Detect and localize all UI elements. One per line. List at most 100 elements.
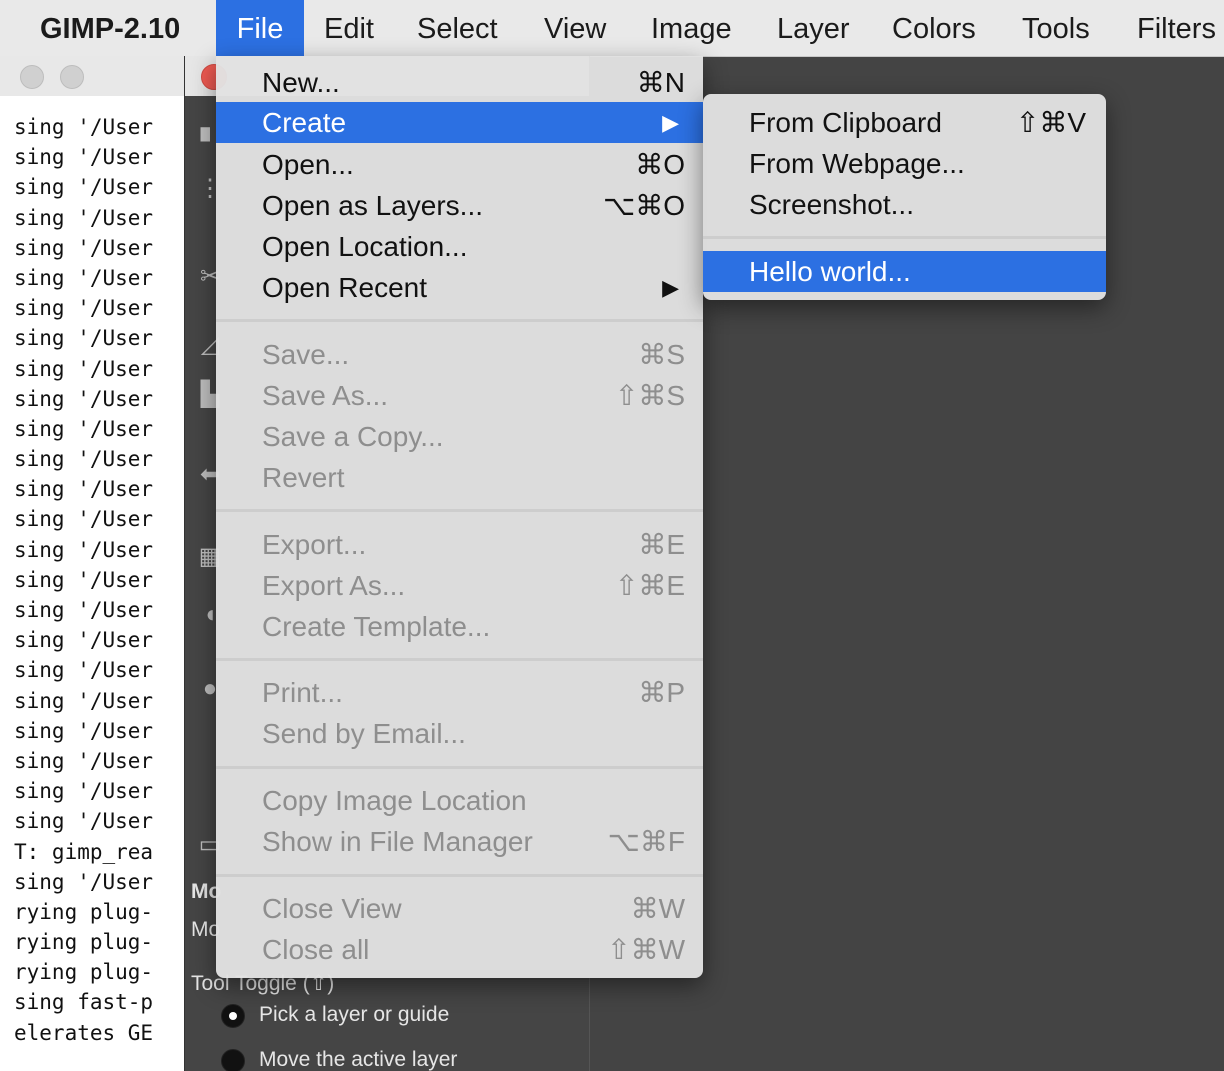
terminal-line: sing '/User xyxy=(14,145,154,170)
terminal-line: rying plug- xyxy=(14,899,154,924)
menu-file[interactable]: File xyxy=(216,0,304,56)
menu-item-close-all[interactable]: Close all ⇧⌘W xyxy=(216,929,703,970)
menu-bar: GIMP-2.10 File Edit Select View Image La… xyxy=(0,0,1224,57)
file-menu: New... ⌘N Create ▶ Open... ⌘O Open as La… xyxy=(216,56,703,978)
menu-edit[interactable]: Edit xyxy=(324,0,374,56)
submenu-item-from-webpage[interactable]: From Webpage... xyxy=(703,143,1106,184)
terminal-line: sing fast-p xyxy=(14,990,154,1015)
menu-item-shortcut: ⇧⌘E xyxy=(614,570,685,601)
menu-item-shortcut: ⌘P xyxy=(638,677,685,708)
menu-item-shortcut: ⌘E xyxy=(638,529,685,560)
move-active-radio[interactable] xyxy=(221,1049,245,1071)
menu-item-label: Open Location... xyxy=(262,231,468,262)
create-submenu: From Clipboard ⇧⌘V From Webpage... Scree… xyxy=(703,94,1106,300)
terminal-line: sing '/User xyxy=(14,688,154,713)
menu-item-label: Save... xyxy=(262,339,350,370)
menu-separator xyxy=(216,509,703,512)
menu-item-create-template[interactable]: Create Template... xyxy=(216,606,703,647)
submenu-item-hello-world[interactable]: Hello world... xyxy=(703,251,1106,292)
menu-item-label: From Clipboard xyxy=(749,107,942,138)
menu-item-send-by-email[interactable]: Send by Email... xyxy=(216,713,703,754)
window-minimize-button[interactable] xyxy=(60,65,84,89)
terminal-line: sing '/User xyxy=(14,416,154,441)
terminal-line: sing '/User xyxy=(14,748,154,773)
terminal-line: sing '/User xyxy=(14,507,154,532)
menu-item-new[interactable]: New... ⌘N xyxy=(216,62,703,103)
menu-filters[interactable]: Filters xyxy=(1137,0,1216,56)
menu-item-label: Print... xyxy=(262,677,343,708)
terminal-line: rying plug- xyxy=(14,960,154,985)
menu-item-label: From Webpage... xyxy=(749,148,965,179)
terminal-line: sing '/User xyxy=(14,356,154,381)
menu-item-label: Create Template... xyxy=(262,611,491,642)
terminal-line: sing '/User xyxy=(14,326,154,351)
menu-tools[interactable]: Tools xyxy=(1022,0,1090,56)
terminal-line: sing '/User xyxy=(14,567,154,592)
terminal-line: sing '/User xyxy=(14,296,154,321)
menu-item-label: Open Recent xyxy=(262,272,427,303)
menu-item-export[interactable]: Export... ⌘E xyxy=(216,524,703,565)
menu-separator xyxy=(216,319,703,322)
app-menu[interactable]: GIMP-2.10 xyxy=(40,0,180,56)
menu-item-show-in-file-manager[interactable]: Show in File Manager ⌥⌘F xyxy=(216,821,703,862)
menu-item-label: Save As... xyxy=(262,380,389,411)
terminal-titlebar xyxy=(0,56,200,96)
terminal-line: sing '/User xyxy=(14,386,154,411)
menu-item-shortcut: ⌘N xyxy=(636,67,685,98)
terminal-line: sing '/User xyxy=(14,809,154,834)
terminal-line: sing '/User xyxy=(14,598,154,622)
menu-item-label: Screenshot... xyxy=(749,189,914,220)
menu-item-open-as-layers[interactable]: Open as Layers... ⌥⌘O xyxy=(216,185,703,226)
menu-item-print[interactable]: Print... ⌘P xyxy=(216,672,703,713)
terminal-line: sing '/User xyxy=(14,658,154,683)
menu-colors[interactable]: Colors xyxy=(892,0,976,56)
menu-item-close-view[interactable]: Close View ⌘W xyxy=(216,888,703,929)
menu-view[interactable]: View xyxy=(544,0,606,56)
menu-item-label: Send by Email... xyxy=(262,718,466,749)
menu-layer[interactable]: Layer xyxy=(777,0,850,56)
menu-item-label: Show in File Manager xyxy=(262,826,533,857)
menu-item-shortcut: ⇧⌘W xyxy=(607,934,685,965)
terminal-line: sing '/User xyxy=(14,175,154,200)
menu-item-label: New... xyxy=(262,67,340,98)
menu-item-label: Revert xyxy=(262,462,345,493)
submenu-item-from-clipboard[interactable]: From Clipboard ⇧⌘V xyxy=(703,102,1106,143)
menu-separator xyxy=(216,874,703,877)
menu-image[interactable]: Image xyxy=(651,0,732,56)
menu-item-label: Open... xyxy=(262,149,354,180)
terminal-line: sing '/User xyxy=(14,447,154,472)
menu-item-copy-image-location[interactable]: Copy Image Location xyxy=(216,780,703,821)
menu-item-shortcut: ⌥⌘F xyxy=(607,826,685,857)
menu-item-label: Close all xyxy=(262,934,370,965)
menu-item-label: Copy Image Location xyxy=(262,785,527,816)
menu-item-save-a-copy[interactable]: Save a Copy... xyxy=(216,416,703,457)
terminal-line: T: gimp_rea xyxy=(14,839,154,864)
menu-item-open-location[interactable]: Open Location... xyxy=(216,226,703,267)
menu-item-shortcut: ⌘S xyxy=(638,339,685,370)
menu-item-label: Hello world... xyxy=(749,256,911,287)
menu-item-save[interactable]: Save... ⌘S xyxy=(216,334,703,375)
terminal-line: sing '/User xyxy=(14,477,154,502)
terminal-line: sing '/User xyxy=(14,235,154,260)
terminal-line: sing '/User xyxy=(14,628,154,653)
submenu-arrow-icon: ▶ xyxy=(662,110,679,135)
terminal-line: sing '/User xyxy=(14,869,154,894)
menu-item-export-as[interactable]: Export As... ⇧⌘E xyxy=(216,565,703,606)
menu-item-create[interactable]: Create ▶ xyxy=(216,102,703,143)
menu-item-label: Open as Layers... xyxy=(262,190,484,221)
menu-separator xyxy=(216,658,703,661)
menu-item-save-as[interactable]: Save As... ⇧⌘S xyxy=(216,375,703,416)
menu-item-label: Create xyxy=(262,107,347,138)
menu-item-open[interactable]: Open... ⌘O xyxy=(216,144,703,185)
pick-layer-radio[interactable] xyxy=(221,1004,245,1028)
menu-select[interactable]: Select xyxy=(417,0,498,56)
terminal-line: sing '/User xyxy=(14,779,154,804)
menu-item-open-recent[interactable]: Open Recent ▶ xyxy=(216,267,703,308)
terminal-line: elerates GE xyxy=(14,1020,154,1045)
terminal-window: sing '/User sing '/User sing '/User sing… xyxy=(0,56,200,1071)
menu-item-label: Save a Copy... xyxy=(262,421,444,452)
submenu-item-screenshot[interactable]: Screenshot... xyxy=(703,184,1106,225)
pick-layer-label: Pick a layer or guide xyxy=(259,1003,450,1026)
menu-item-revert[interactable]: Revert xyxy=(216,457,703,498)
window-close-button[interactable] xyxy=(20,65,44,89)
